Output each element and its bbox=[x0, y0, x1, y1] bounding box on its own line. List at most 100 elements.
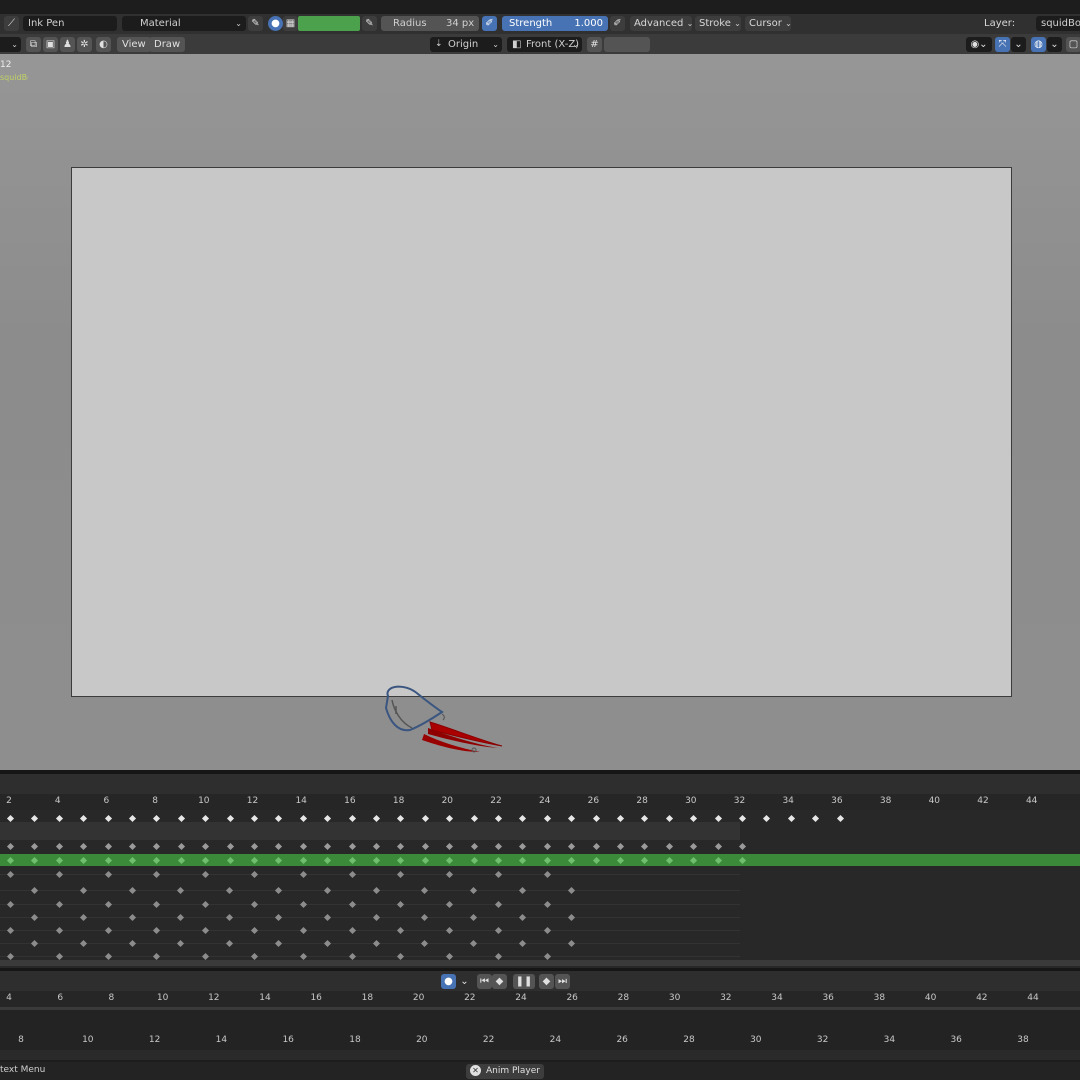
keyframe[interactable] bbox=[30, 939, 39, 948]
cursor-menu[interactable]: Cursor ⌄ bbox=[745, 16, 792, 31]
keyframe[interactable] bbox=[446, 900, 454, 909]
keyframe[interactable] bbox=[202, 900, 210, 909]
overlay-icon[interactable]: ◍ bbox=[1031, 37, 1046, 52]
select-circle-icon[interactable]: ▣ bbox=[43, 37, 58, 52]
keyframe[interactable] bbox=[55, 900, 63, 909]
mask-icon[interactable]: ♟ bbox=[60, 37, 75, 52]
keyframe[interactable] bbox=[55, 870, 63, 879]
keyframe[interactable] bbox=[202, 870, 210, 879]
pressure-icon[interactable]: ✐ bbox=[482, 16, 497, 31]
keyframe[interactable] bbox=[275, 842, 283, 851]
keyframe[interactable] bbox=[543, 870, 551, 879]
keyframe[interactable] bbox=[6, 952, 15, 961]
keyframe[interactable] bbox=[518, 939, 527, 948]
keyframe[interactable] bbox=[104, 870, 112, 879]
keyframe[interactable] bbox=[397, 814, 405, 823]
keyframe[interactable] bbox=[714, 842, 722, 851]
pin-icon[interactable]: ✎ bbox=[248, 16, 263, 31]
keyframe[interactable] bbox=[397, 900, 405, 909]
layer-field[interactable]: squidBod bbox=[1036, 16, 1080, 31]
keyframe[interactable] bbox=[299, 900, 307, 909]
keyframe[interactable] bbox=[372, 886, 380, 895]
keyframe[interactable] bbox=[543, 842, 551, 851]
keyframe[interactable] bbox=[31, 814, 39, 823]
keyframe[interactable] bbox=[518, 886, 527, 895]
keyframe[interactable] bbox=[690, 814, 698, 823]
keyframe[interactable] bbox=[6, 814, 15, 823]
keyframe[interactable] bbox=[592, 814, 600, 823]
keyframe[interactable] bbox=[763, 814, 771, 823]
keyframe[interactable] bbox=[348, 842, 356, 851]
keyframe[interactable] bbox=[446, 842, 454, 851]
keyframe[interactable] bbox=[79, 939, 87, 948]
keyframe[interactable] bbox=[348, 870, 356, 879]
keyframe[interactable] bbox=[275, 814, 283, 823]
keyframe[interactable] bbox=[226, 842, 234, 851]
keyframe[interactable] bbox=[567, 886, 575, 895]
keyframe[interactable] bbox=[421, 842, 429, 851]
keyframe[interactable] bbox=[226, 886, 234, 895]
keyframe[interactable] bbox=[80, 842, 88, 851]
keyframe[interactable] bbox=[616, 842, 625, 851]
keyframe[interactable] bbox=[543, 926, 551, 935]
view-menu[interactable]: View bbox=[117, 37, 151, 52]
keyframe[interactable] bbox=[202, 952, 210, 961]
keyframe[interactable] bbox=[397, 926, 405, 935]
keyframe[interactable] bbox=[177, 842, 185, 851]
keyframe[interactable] bbox=[518, 913, 527, 922]
gizmo-icon[interactable]: ⤧ bbox=[995, 37, 1010, 52]
keyframe[interactable] bbox=[519, 842, 527, 851]
keyframe[interactable] bbox=[6, 870, 15, 879]
prev-keyframe-icon[interactable]: ◆ bbox=[492, 974, 507, 989]
keyframe[interactable] bbox=[421, 814, 429, 823]
keyframe[interactable] bbox=[568, 842, 576, 851]
keyframe[interactable] bbox=[446, 814, 454, 823]
pause-icon[interactable]: ❚❚ bbox=[513, 974, 535, 989]
record-icon[interactable]: ● bbox=[441, 974, 456, 989]
keyframe[interactable] bbox=[55, 814, 63, 823]
mode-selector[interactable]: ⌄ bbox=[0, 37, 21, 52]
keyframe[interactable] bbox=[446, 952, 454, 961]
keyframe[interactable] bbox=[177, 939, 185, 948]
keyframe[interactable] bbox=[202, 842, 210, 851]
keyframe[interactable] bbox=[6, 842, 15, 851]
keyframe[interactable] bbox=[177, 886, 185, 895]
origin-selector[interactable]: ⇣ Origin ⌄ bbox=[430, 37, 502, 52]
keyframe[interactable] bbox=[104, 900, 112, 909]
chevron-down-icon[interactable]: ⌄ bbox=[1047, 37, 1062, 52]
timeline-ruler[interactable]: 4 6 8 10 12 14 16 18 20 22 24 26 28 30 32 34 36 38 40 42 44 bbox=[0, 991, 1080, 1007]
keyframe[interactable] bbox=[79, 913, 87, 922]
keyframe[interactable] bbox=[55, 926, 63, 935]
keyframe[interactable] bbox=[128, 814, 137, 823]
keyframe[interactable] bbox=[470, 886, 478, 895]
keyframe[interactable] bbox=[250, 870, 259, 879]
keyframe[interactable] bbox=[714, 814, 722, 823]
keyframe[interactable] bbox=[372, 939, 380, 948]
keyframe[interactable] bbox=[104, 842, 112, 851]
keyframe[interactable] bbox=[421, 886, 429, 895]
keyframe[interactable] bbox=[348, 814, 356, 823]
dopesheet-ruler[interactable]: 2 4 6 8 10 12 14 16 18 20 22 24 26 28 30 32 34 36 38 40 42 44 bbox=[0, 794, 1080, 810]
keyframe[interactable] bbox=[494, 952, 503, 961]
keyframe[interactable] bbox=[299, 926, 307, 935]
keyframe[interactable] bbox=[6, 900, 15, 909]
keyframe[interactable] bbox=[299, 870, 307, 879]
keyframe[interactable] bbox=[494, 814, 503, 823]
keyframe[interactable] bbox=[568, 814, 576, 823]
keyframe[interactable] bbox=[6, 926, 15, 935]
lower-ruler[interactable]: 8 10 12 14 16 18 20 22 24 26 28 30 32 34 36 38 bbox=[0, 1032, 1080, 1050]
chevron-down-icon[interactable]: ⌄ bbox=[457, 974, 472, 989]
keyframe[interactable] bbox=[543, 900, 551, 909]
keyframe[interactable] bbox=[324, 814, 332, 823]
keyframe[interactable] bbox=[616, 814, 625, 823]
visibility-icon[interactable]: ◉⌄ bbox=[966, 37, 992, 52]
vertex-color-icon[interactable]: ▦ bbox=[283, 16, 298, 31]
keyframe[interactable] bbox=[470, 913, 478, 922]
keyframe[interactable] bbox=[665, 842, 673, 851]
keyframe[interactable] bbox=[494, 926, 503, 935]
keyframe[interactable] bbox=[153, 870, 161, 879]
xray-icon[interactable]: ▢ bbox=[1066, 37, 1080, 52]
keyframe[interactable] bbox=[641, 814, 649, 823]
keyframe[interactable] bbox=[543, 814, 551, 823]
keyframe[interactable] bbox=[31, 842, 39, 851]
